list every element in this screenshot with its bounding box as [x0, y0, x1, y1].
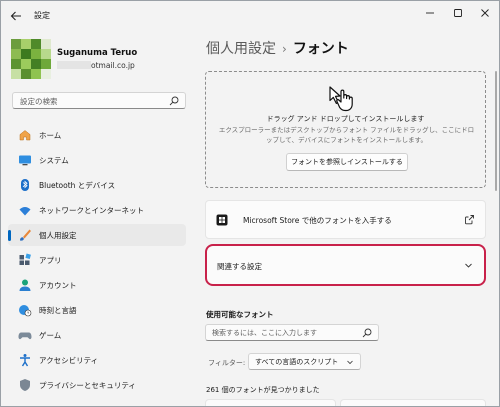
email-redaction — [57, 61, 91, 69]
user-name: Suganuma Teruo — [57, 48, 138, 58]
store-link-label: Microsoft Store で他のフォントを入手する — [243, 216, 392, 225]
search-icon — [169, 96, 179, 106]
available-fonts-heading: 使用可能なフォント — [206, 310, 274, 319]
filter-value: すべての言語のスクリプト — [255, 358, 339, 366]
sidebar-item-accounts[interactable]: アカウント — [8, 274, 186, 296]
home-icon — [19, 130, 31, 141]
sidebar-item-label: 時刻と言語 — [39, 306, 77, 315]
external-link-icon — [465, 215, 474, 225]
script-filter-dropdown[interactable]: すべての言語のスクリプト — [248, 353, 361, 370]
drag-hand-icon — [329, 86, 353, 112]
sidebar-item-network[interactable]: ネットワークとインターネット — [8, 199, 186, 221]
store-link-card[interactable]: Microsoft Store で他のフォントを入手する — [205, 200, 486, 239]
brush-icon — [20, 229, 31, 241]
drop-zone-title: ドラッグ アンド ドロップしてインストールします — [266, 115, 425, 123]
monitor-icon — [19, 155, 31, 166]
sidebar-item-label: システム — [39, 156, 69, 165]
breadcrumb: 個人用設定 › フォント — [206, 38, 349, 58]
breadcrumb-parent[interactable]: 個人用設定 — [206, 41, 276, 57]
minimize-icon[interactable] — [419, 5, 441, 21]
sidebar-item-label: ホーム — [39, 131, 62, 140]
sidebar-item-label: ネットワークとインターネット — [39, 206, 144, 215]
close-icon[interactable] — [474, 5, 496, 21]
sidebar-item-label: アクセシビリティ — [39, 356, 99, 365]
scrollbar[interactable] — [495, 71, 497, 191]
person-icon — [19, 279, 31, 291]
sidebar-item-apps[interactable]: アプリ — [8, 249, 186, 271]
chevron-down-icon — [465, 263, 472, 268]
browse-install-button[interactable]: フォントを参照しインストールする — [286, 153, 408, 171]
bluetooth-icon — [21, 179, 29, 191]
filter-label: フィルター: — [208, 359, 246, 367]
wifi-icon — [19, 207, 31, 216]
sidebar-item-label: Bluetooth とデバイス — [39, 181, 116, 190]
window-title: 設定 — [34, 11, 50, 20]
search-icon — [362, 328, 372, 338]
font-tile[interactable] — [205, 399, 336, 406]
globe-clock-icon — [19, 305, 32, 317]
store-icon — [216, 214, 228, 226]
email-text: otmail.co.jp — [91, 61, 135, 70]
sidebar-item-label: プライバシーとセキュリティ — [39, 381, 136, 390]
sidebar-item-label: ゲーム — [39, 331, 62, 340]
shield-icon — [20, 379, 30, 391]
active-indicator — [8, 230, 11, 241]
apps-icon — [19, 253, 31, 265]
search-placeholder: 設定の検索 — [20, 97, 58, 106]
font-count: 261 個のフォントが見つかりました — [206, 386, 320, 394]
gamepad-icon — [18, 332, 32, 340]
accessibility-icon — [20, 354, 30, 367]
sidebar-item-bluetooth[interactable]: Bluetooth とデバイス — [8, 174, 186, 196]
sidebar-item-time-language[interactable]: 時刻と言語 — [8, 299, 186, 321]
avatar[interactable] — [11, 39, 51, 79]
sidebar-item-personalization[interactable]: 個人用設定 — [8, 224, 186, 246]
font-tile[interactable] — [340, 399, 486, 406]
settings-window: 設定 Suganuma Teruo otmail.co.jp 設定の検索 ホーム… — [0, 0, 500, 407]
maximize-icon[interactable] — [447, 5, 469, 21]
back-arrow-icon[interactable] — [9, 9, 23, 23]
sidebar-item-label: 個人用設定 — [39, 231, 77, 240]
sidebar-item-system[interactable]: システム — [8, 149, 186, 171]
font-search-input[interactable]: 検索するには、ここに入力します — [205, 324, 379, 341]
user-email: otmail.co.jp — [57, 61, 135, 70]
font-drop-zone[interactable]: ドラッグ アンド ドロップしてインストールします エクスプローラーまたはデスクト… — [205, 71, 486, 188]
title-bar: 設定 — [1, 1, 499, 31]
drop-zone-description: エクスプローラーまたはデスクトップからフォント ファイルをドラッグし、ここにドロ… — [218, 126, 475, 144]
sidebar-item-privacy-security[interactable]: プライバシーとセキュリティ — [8, 374, 186, 396]
sidebar-item-home[interactable]: ホーム — [8, 124, 186, 146]
settings-search-input[interactable]: 設定の検索 — [12, 92, 186, 109]
related-settings-label: 関連する設定 — [217, 262, 262, 271]
chevron-down-icon — [347, 360, 353, 365]
page-title: フォント — [292, 41, 349, 57]
sidebar-item-label: アプリ — [39, 256, 62, 265]
sidebar-item-accessibility[interactable]: アクセシビリティ — [8, 349, 186, 371]
related-settings-expander[interactable]: 関連する設定 — [205, 244, 486, 286]
font-search-placeholder: 検索するには、ここに入力します — [212, 329, 317, 337]
sidebar-item-gaming[interactable]: ゲーム — [8, 324, 186, 346]
breadcrumb-separator: › — [282, 42, 287, 56]
sidebar-item-label: アカウント — [39, 281, 77, 290]
